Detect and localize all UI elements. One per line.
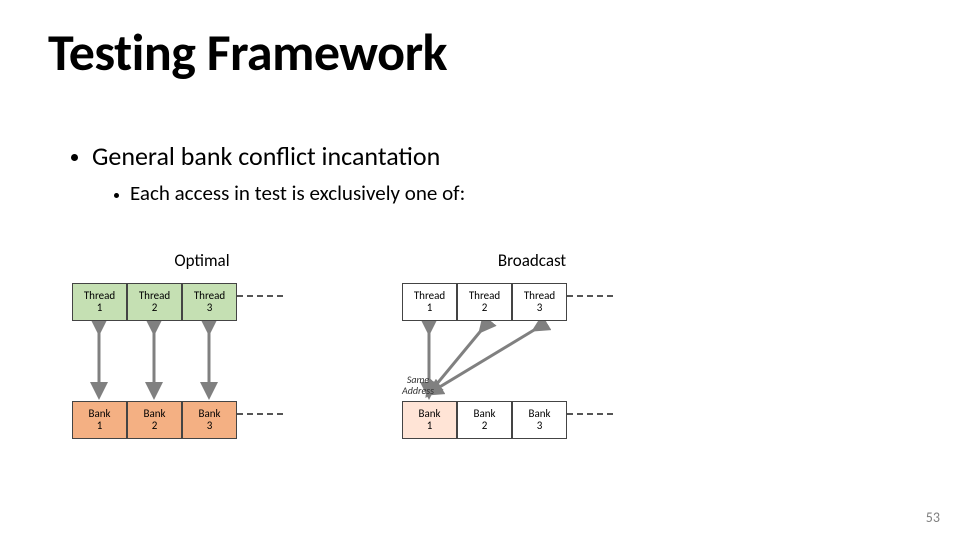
thread-cell: Thread 1 — [402, 283, 457, 321]
diagram-optimal-label: Optimal — [72, 250, 332, 271]
thread-num: 3 — [537, 302, 543, 314]
bank-cell: Bank 2 — [457, 401, 512, 439]
page-number: 53 — [926, 509, 940, 526]
thread-cell: Thread 1 — [72, 283, 127, 321]
thread-cell: Thread 2 — [457, 283, 512, 321]
dash-extension-icon — [567, 295, 613, 297]
thread-num: 1 — [97, 302, 103, 314]
thread-num: 3 — [207, 302, 213, 314]
bank-cell: Bank 3 — [512, 401, 567, 439]
slide-title: Testing Framework — [48, 20, 447, 84]
bank-num: 2 — [152, 420, 158, 432]
bank-num: 1 — [427, 420, 433, 432]
bank-cell: Bank 3 — [182, 401, 237, 439]
diagram-broadcast: Broadcast Thread 1 Thread 2 Thread 3 — [402, 250, 662, 439]
thread-cell: Thread 3 — [512, 283, 567, 321]
bank-row: Bank 1 Bank 2 Bank 3 — [72, 401, 332, 439]
bank-row: Bank 1 Bank 2 Bank 3 — [402, 401, 662, 439]
dash-extension-icon — [237, 413, 283, 415]
thread-num: 1 — [427, 302, 433, 314]
bank-num: 3 — [207, 420, 213, 432]
diagram-broadcast-label: Broadcast — [402, 250, 662, 271]
dash-extension-icon — [237, 295, 283, 297]
bank-num: 3 — [537, 420, 543, 432]
diagram-optimal: Optimal Thread 1 Thread 2 Thread 3 — [72, 250, 332, 439]
arrows-svg — [72, 321, 237, 401]
dash-extension-icon — [567, 413, 613, 415]
bank-num: 2 — [482, 420, 488, 432]
bank-cell: Bank 1 — [72, 401, 127, 439]
bank-num: 1 — [97, 420, 103, 432]
same-addr-l2: Address — [402, 384, 434, 397]
arrow-area: Same Address — [402, 321, 567, 401]
bullet-level-1: General bank conflict incantation — [92, 140, 440, 172]
thread-num: 2 — [482, 302, 488, 314]
arrow-area — [72, 321, 237, 401]
bullet-level-2: Each access in test is exclusively one o… — [130, 180, 465, 206]
thread-row: Thread 1 Thread 2 Thread 3 — [402, 283, 662, 321]
same-address-label: Same Address — [394, 375, 442, 396]
thread-cell: Thread 3 — [182, 283, 237, 321]
thread-cell: Thread 2 — [127, 283, 182, 321]
bank-cell: Bank 2 — [127, 401, 182, 439]
thread-row: Thread 1 Thread 2 Thread 3 — [72, 283, 332, 321]
thread-num: 2 — [152, 302, 158, 314]
bank-cell: Bank 1 — [402, 401, 457, 439]
